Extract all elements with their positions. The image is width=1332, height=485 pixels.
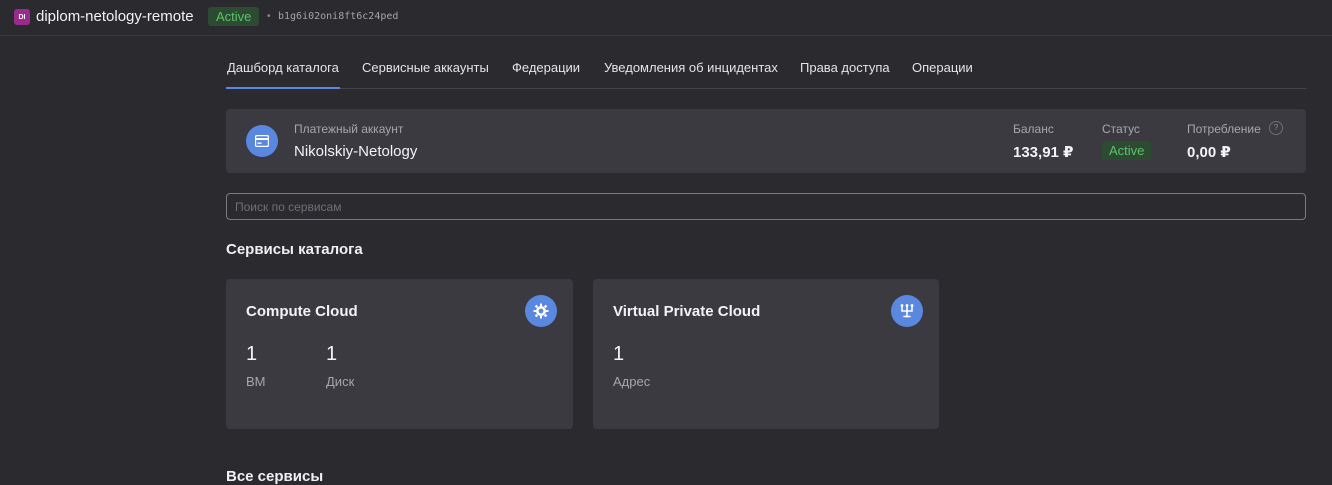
help-icon[interactable]: ? (1269, 121, 1283, 135)
tab-catalog-dashboard[interactable]: Дашборд каталога (226, 60, 340, 89)
service-card-title: Compute Cloud (246, 303, 358, 320)
separator-dot: • (267, 11, 271, 22)
service-search-input[interactable] (226, 193, 1306, 220)
credit-card-icon (246, 125, 278, 157)
disk-count: 1 (326, 343, 338, 365)
address-label: Адрес (613, 374, 651, 389)
all-services-title: Все сервисы (226, 468, 324, 485)
address-count: 1 (613, 343, 625, 365)
consumption-label: Потребление (1187, 122, 1261, 136)
service-card-compute-cloud[interactable]: Compute Cloud 1 ВМ 1 Диск (226, 279, 573, 429)
account-status-badge: Active (1102, 141, 1152, 160)
top-bar: DI diplom-netology-remote Active • b1g6i… (0, 0, 1332, 36)
tab-service-accounts[interactable]: Сервисные аккаунты (362, 60, 489, 75)
folder-name[interactable]: diplom-netology-remote (36, 8, 194, 25)
billing-account-panel[interactable]: Платежный аккаунт Nikolskiy-Netology Бал… (226, 109, 1306, 173)
disk-label: Диск (326, 374, 355, 389)
vm-count: 1 (246, 343, 258, 365)
status-label: Статус (1102, 122, 1140, 136)
service-card-title: Virtual Private Cloud (613, 303, 761, 320)
catalog-services-title: Сервисы каталога (226, 241, 363, 258)
tab-access-rights[interactable]: Права доступа (800, 60, 890, 75)
balance-value: 133,91 ₽ (1013, 144, 1074, 161)
service-card-virtual-private-cloud[interactable]: Virtual Private Cloud 1 Адрес (593, 279, 939, 429)
tab-operations[interactable]: Операции (912, 60, 973, 75)
billing-account-name[interactable]: Nikolskiy-Netology (294, 143, 417, 160)
folder-id[interactable]: b1g6i02oni8ft6c24ped (278, 11, 398, 22)
billing-account-label: Платежный аккаунт (294, 122, 404, 136)
folder-badge: DI (14, 9, 30, 25)
compute-gear-icon (525, 295, 557, 327)
consumption-value: 0,00 ₽ (1187, 144, 1231, 161)
folder-status-badge: Active (208, 7, 260, 26)
balance-label: Баланс (1013, 122, 1054, 136)
tab-incident-notifications[interactable]: Уведомления об инцидентах (604, 60, 778, 75)
network-icon (891, 295, 923, 327)
tab-federations[interactable]: Федерации (512, 60, 580, 75)
vm-label: ВМ (246, 374, 266, 389)
dashboard-tabs: Дашборд каталога Сервисные аккаунты Феде… (226, 52, 1306, 89)
